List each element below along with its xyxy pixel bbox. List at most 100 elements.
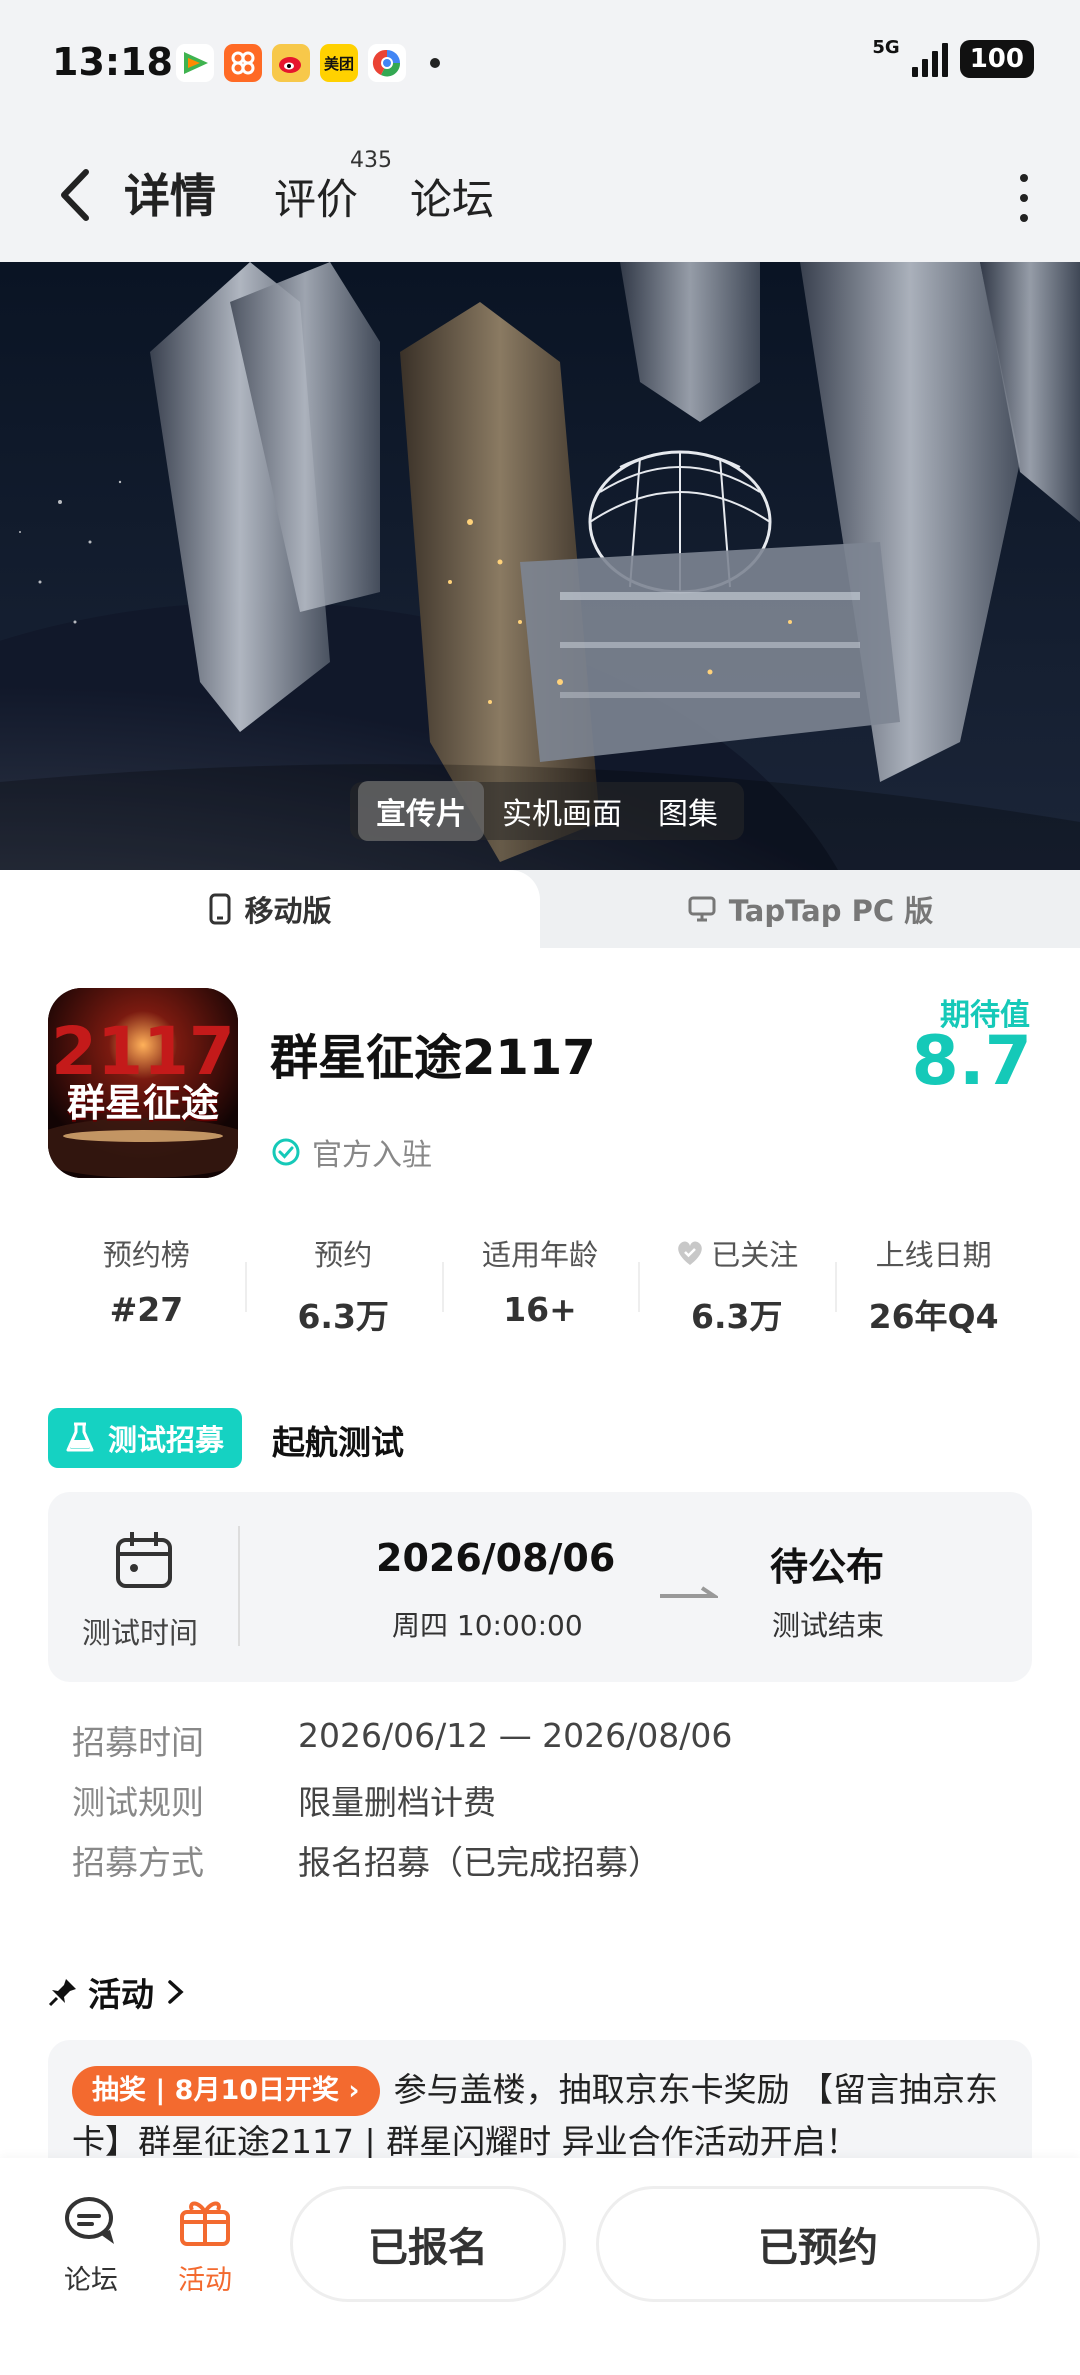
test-time-label: 测试时间 xyxy=(82,1616,199,1650)
official-label: 官方入驻 xyxy=(312,1138,432,1173)
more-notifications-dot xyxy=(430,58,440,68)
media-tab-trailer[interactable]: 宣传片 xyxy=(358,781,484,841)
more-dot-icon xyxy=(1020,174,1028,182)
bottom-activity-label: 活动 xyxy=(178,2265,232,2296)
test-end-value: 待公布 xyxy=(770,1545,885,1589)
stat-age: 适用年龄 16+ xyxy=(441,1232,639,1342)
battery-icon: 100 xyxy=(959,40,1034,78)
status-bar: 13:18 美团 5G 100 xyxy=(0,0,1080,130)
test-flask-icon xyxy=(66,1422,94,1452)
test-schedule-card: 测试时间 2026/08/06 周四 10:00:00 待公布 测试结束 xyxy=(48,1492,1032,1682)
test-name: 起航测试 xyxy=(272,1423,404,1462)
gift-icon xyxy=(180,2201,230,2246)
recruit-time-label: 招募时间 xyxy=(72,1723,204,1762)
stat-value: 26年Q4 xyxy=(868,1297,999,1336)
chevron-left-icon xyxy=(61,169,89,221)
stats-row: 预约榜 #27 预约 6.3万 适用年龄 16+ 已关注 6.3万 上线日期 2… xyxy=(48,1232,1032,1342)
stat-value: 16+ xyxy=(503,1290,577,1329)
reserved-button[interactable]: 已预约 xyxy=(596,2186,1040,2302)
recruit-time-value: 2026/06/12 — 2026/08/06 xyxy=(298,1716,733,1755)
recruit-method-label: 招募方式 xyxy=(72,1843,204,1882)
activity-header[interactable]: 活动 xyxy=(48,1968,188,2016)
bottom-forum-button[interactable]: 论坛 xyxy=(46,2194,136,2297)
rating-count-badge: 435 xyxy=(350,148,392,173)
stat-label: 预约榜 xyxy=(102,1238,190,1272)
browser-icon xyxy=(368,44,406,82)
recruit-method-value: 报名招募（已完成招募） xyxy=(298,1843,661,1882)
media-tab-gallery[interactable]: 图集 xyxy=(640,781,736,841)
tab-rating-label: 评价 xyxy=(274,175,359,224)
stat-value: #27 xyxy=(109,1290,184,1329)
chevron-right-icon xyxy=(168,1980,184,2004)
test-start-date: 2026/08/06 xyxy=(376,1536,616,1580)
media-tab-gameplay[interactable]: 实机画面 xyxy=(484,781,640,841)
platform-mobile-label: 移动版 xyxy=(244,894,332,928)
platform-switch: TapTap PC 版 移动版 xyxy=(0,870,1080,948)
game-icon-text: 群星征途 xyxy=(66,1081,219,1125)
test-end-label: 测试结束 xyxy=(772,1609,885,1642)
game-title: 群星征途2117 xyxy=(270,1030,596,1086)
stat-value: 6.3万 xyxy=(691,1297,783,1336)
stat-label: 适用年龄 xyxy=(481,1238,598,1272)
stat-release: 上线日期 26年Q4 xyxy=(835,1232,1032,1342)
bottom-activity-button[interactable]: 活动 xyxy=(160,2194,250,2297)
stat-label-follow: 已关注 xyxy=(675,1232,798,1274)
bottom-forum-label: 论坛 xyxy=(64,2265,118,2296)
test-start-time: 周四 10:00:00 xyxy=(392,1609,583,1642)
notification-icons: 美团 xyxy=(176,44,440,82)
weibo-icon xyxy=(272,44,310,82)
test-rule-label: 测试规则 xyxy=(72,1783,204,1822)
stat-label-text: 已关注 xyxy=(711,1238,799,1272)
more-options-button[interactable] xyxy=(1014,174,1034,222)
tab-detail[interactable]: 详情 xyxy=(120,160,220,226)
chat-bubble-icon xyxy=(65,2197,114,2244)
more-dot-icon xyxy=(1020,194,1028,202)
more-dot-icon xyxy=(1020,214,1028,222)
activity-content: 抽奖 | 8月10日开奖 › 参与盖楼，抽取京东卡奖励 【留言抽京东卡】群星征途2… xyxy=(72,2064,1010,2160)
phone-icon xyxy=(209,893,231,925)
platform-pc-label: TapTap PC 版 xyxy=(728,894,934,928)
lottery-pill-label: 抽奖 | 8月10日开奖 xyxy=(92,2075,340,2106)
calendar-icon xyxy=(116,1532,172,1588)
expectation-score: 8.7 xyxy=(911,1022,1032,1101)
media-tabs: 宣传片 实机画面 图集 xyxy=(350,781,744,841)
official-badge: 官方入驻 xyxy=(270,1130,432,1174)
kuaikan-icon xyxy=(224,44,262,82)
test-rule-value: 限量删档计费 xyxy=(298,1783,496,1822)
test-recruit-label: 测试招募 xyxy=(108,1423,225,1457)
monitor-icon xyxy=(688,896,716,922)
media-banner[interactable]: 宣传片 实机画面 图集 xyxy=(0,262,1080,870)
stat-value: 6.3万 xyxy=(297,1297,389,1336)
space-station-image xyxy=(0,262,1080,870)
tencent-video-icon xyxy=(176,44,214,82)
meituan-icon: 美团 xyxy=(320,44,358,82)
heart-icon xyxy=(678,1241,703,1265)
stat-reservations: 预约 6.3万 xyxy=(244,1232,442,1342)
signed-up-button[interactable]: 已报名 xyxy=(290,2186,566,2302)
lottery-pill: 抽奖 | 8月10日开奖 › xyxy=(72,2066,380,2116)
game-icon[interactable]: 2117 群星征途 xyxy=(48,988,238,1178)
tab-detail-label: 详情 xyxy=(124,169,216,223)
top-nav: 详情 评价 435 论坛 xyxy=(0,130,1080,262)
stat-follow[interactable]: 已关注 6.3万 xyxy=(638,1232,835,1342)
stat-label: 上线日期 xyxy=(875,1238,992,1272)
tab-forum-label: 论坛 xyxy=(410,175,495,224)
platform-pc-tab[interactable]: TapTap PC 版 xyxy=(540,870,1080,948)
verified-check-icon xyxy=(272,1138,300,1166)
activity-title: 活动 xyxy=(88,1975,154,2014)
tab-rating[interactable]: 评价 xyxy=(274,166,358,227)
signal-icon xyxy=(911,41,948,77)
activity-card[interactable]: 抽奖 | 8月10日开奖 › 参与盖楼，抽取京东卡奖励 【留言抽京东卡】群星征途2… xyxy=(48,2040,1032,2160)
status-right: 5G 100 xyxy=(872,36,1034,78)
arrow-right-icon xyxy=(660,1586,718,1598)
pin-icon xyxy=(48,1979,76,2007)
tab-forum[interactable]: 论坛 xyxy=(410,166,494,227)
network-type: 5G xyxy=(872,36,900,58)
platform-mobile-tab[interactable]: 移动版 xyxy=(0,870,540,948)
bottom-action-bar: 论坛 活动 已报名 已预约 xyxy=(0,2158,1080,2375)
divider xyxy=(238,1526,240,1646)
back-button[interactable] xyxy=(48,160,108,230)
status-time: 13:18 xyxy=(52,40,173,84)
stat-rank[interactable]: 预约榜 #27 xyxy=(48,1232,245,1342)
stat-label: 预约 xyxy=(314,1238,373,1272)
